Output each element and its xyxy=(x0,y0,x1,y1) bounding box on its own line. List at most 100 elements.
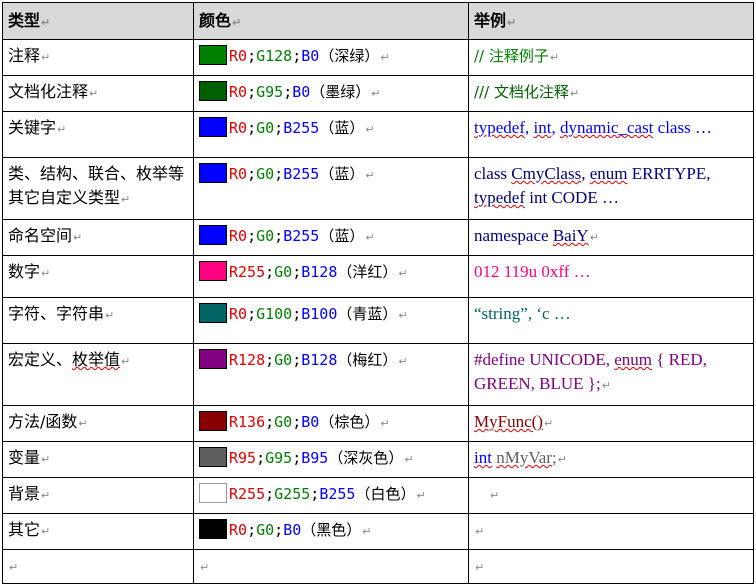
paragraph-mark: ↵ xyxy=(365,123,375,136)
type-label: 注释 xyxy=(8,46,41,65)
paragraph-mark: ↵ xyxy=(362,525,372,538)
example-text: // 注释例子 xyxy=(474,47,549,65)
color-cell: R136;G0;B0（棕色）↵ xyxy=(193,405,469,442)
example-cell: namespace BaiY↵ xyxy=(468,219,754,256)
example-cell: int nMyVar;↵ xyxy=(468,441,754,478)
rgb-g: G0 xyxy=(274,351,293,369)
paragraph-mark: ↵ xyxy=(398,355,408,368)
type-cell: 注释↵ xyxy=(2,39,194,76)
paragraph-mark: ↵ xyxy=(78,417,88,430)
paragraph-mark: ↵ xyxy=(89,87,99,100)
color-cell: R95;G95;B95（深灰色）↵ xyxy=(193,441,469,478)
example-text: ; xyxy=(551,448,557,467)
rgb-b: B128 xyxy=(301,263,338,281)
type-label: 其它 xyxy=(8,520,41,539)
example-keyword: BaiY xyxy=(552,226,589,245)
color-name: （洋红） xyxy=(337,263,398,281)
paragraph-mark: ↵ xyxy=(380,417,390,430)
rgb-r: R0 xyxy=(229,521,248,539)
paragraph-mark: ↵ xyxy=(557,453,567,466)
color-name: （蓝） xyxy=(319,227,365,245)
paragraph-mark: ↵ xyxy=(121,193,131,206)
rgb-r: R0 xyxy=(229,47,248,65)
example-text: , xyxy=(581,164,590,183)
paragraph-mark: ↵ xyxy=(41,489,51,502)
example-text: int CODE … xyxy=(524,188,619,207)
table-row: 命名空间↵ R0;G0;B255（蓝）↵ namespace BaiY↵ xyxy=(2,219,754,256)
paragraph-mark: ↵ xyxy=(475,525,485,538)
color-name: （青蓝） xyxy=(337,305,398,323)
color-legend-table: 类型↵ 颜色↵ 举例↵ 注释↵ R0;G128;B0（深绿）↵ // 注释例子↵… xyxy=(2,2,754,584)
color-name: （黑色） xyxy=(301,521,362,539)
example-text: “string”, ‘c … xyxy=(474,304,571,323)
paragraph-mark: ↵ xyxy=(549,51,560,64)
paragraph-mark: ↵ xyxy=(41,525,51,538)
color-swatch xyxy=(199,519,227,539)
color-cell: R0;G0;B255（蓝）↵ xyxy=(193,111,469,158)
header-type: 类型↵ xyxy=(2,2,194,40)
type-cell: ↵ xyxy=(2,549,194,584)
rgb-r: R0 xyxy=(229,227,248,245)
type-label: 类、结构、联合、枚举等其它自定义类型 xyxy=(8,164,185,207)
paragraph-mark: ↵ xyxy=(200,561,210,574)
paragraph-mark: ↵ xyxy=(380,51,390,64)
type-label: 背景 xyxy=(8,484,41,503)
paragraph-mark: ↵ xyxy=(365,169,375,182)
rgb-b: B0 xyxy=(283,521,302,539)
rgb-b: B100 xyxy=(301,305,338,323)
header-example-label: 举例 xyxy=(474,11,507,30)
color-swatch xyxy=(199,45,227,65)
type-label: 变量 xyxy=(8,448,41,467)
rgb-b: B255 xyxy=(283,165,320,183)
paragraph-mark: ↵ xyxy=(398,267,408,280)
paragraph-mark: ↵ xyxy=(73,231,83,244)
type-cell: 方法/函数↵ xyxy=(2,405,194,442)
type-cell: 其它↵ xyxy=(2,513,194,550)
paragraph-mark: ↵ xyxy=(589,231,599,244)
color-swatch xyxy=(199,483,227,503)
example-cell: class CmyClass, enum ERRTYPE, typedef in… xyxy=(468,157,754,220)
paragraph-mark: ↵ xyxy=(121,355,131,368)
paragraph-mark: ↵ xyxy=(232,16,242,29)
type-label: 方法/函数 xyxy=(8,412,78,431)
table-row: 文档化注释↵ R0;G95;B0（墨绿）↵ /// 文档化注释↵ xyxy=(2,75,754,112)
rgb-b: B0 xyxy=(301,413,320,431)
rgb-g: G0 xyxy=(256,521,275,539)
color-swatch xyxy=(199,447,227,467)
type-cell: 宏定义、枚举值↵ xyxy=(2,343,194,406)
paragraph-mark: ↵ xyxy=(105,309,115,322)
rgb-b: B255 xyxy=(283,119,320,137)
rgb-b: B95 xyxy=(301,449,329,467)
table-row: 变量↵ R95;G95;B95（深灰色）↵ int nMyVar;↵ xyxy=(2,441,754,478)
example-cell: /// 文档化注释↵ xyxy=(468,75,754,112)
example-cell: typedef, int, dynamic_cast class … xyxy=(468,111,754,158)
color-swatch xyxy=(199,225,227,245)
rgb-g: G255 xyxy=(274,485,311,503)
paragraph-mark: ↵ xyxy=(371,87,381,100)
paragraph-mark: ↵ xyxy=(57,123,67,136)
color-name: （深灰色） xyxy=(328,449,404,467)
rgb-g: G0 xyxy=(256,227,275,245)
type-cell: 类、结构、联合、枚举等其它自定义类型↵ xyxy=(2,157,194,220)
paragraph-mark: ↵ xyxy=(41,267,51,280)
example-text: class xyxy=(474,164,512,183)
example-keyword: typedef xyxy=(474,188,525,207)
table-row: 方法/函数↵ R136;G0;B0（棕色）↵ MyFunc()↵ xyxy=(2,405,754,442)
example-keyword: int xyxy=(533,118,552,137)
rgb-g: G0 xyxy=(256,119,275,137)
example-text: ERRTYPE, xyxy=(627,164,711,183)
paragraph-mark: ↵ xyxy=(490,489,500,502)
color-cell: R0;G0;B0（黑色）↵ xyxy=(193,513,469,550)
type-cell: 变量↵ xyxy=(2,441,194,478)
rgb-g: G95 xyxy=(265,449,293,467)
rgb-g: G0 xyxy=(256,165,275,183)
table-row: 数字↵ R255;G0;B128（洋红）↵ 012 119u 0xff … xyxy=(2,255,754,298)
rgb-g: G128 xyxy=(256,47,293,65)
type-label: 宏定义、 xyxy=(8,350,73,369)
color-swatch xyxy=(199,81,227,101)
example-text: 012 119u 0xff … xyxy=(474,262,591,281)
example-keyword: typedef xyxy=(474,118,525,137)
rgb-b: B0 xyxy=(292,83,311,101)
type-label: 字符、字符串 xyxy=(8,304,105,323)
rgb-g: G100 xyxy=(256,305,293,323)
